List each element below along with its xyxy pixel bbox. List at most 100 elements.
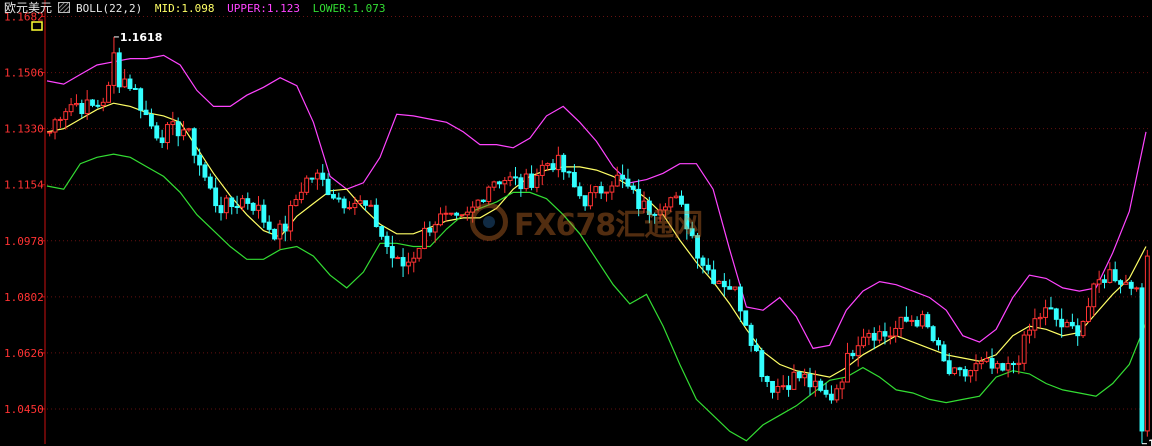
candle <box>293 194 299 207</box>
candle <box>384 231 390 254</box>
candle <box>411 251 417 273</box>
candle <box>727 279 733 290</box>
candle <box>571 164 577 188</box>
candle <box>994 360 1000 374</box>
candle <box>668 196 674 212</box>
candle <box>732 286 738 292</box>
candle <box>737 283 743 323</box>
candle <box>106 81 112 103</box>
candle <box>818 378 824 393</box>
candle <box>652 212 658 224</box>
candle <box>47 131 53 137</box>
candle <box>978 356 984 370</box>
upper-label: UPPER: <box>227 2 267 15</box>
candle <box>470 201 476 223</box>
candle <box>132 84 138 90</box>
candle <box>122 69 128 88</box>
candle <box>523 168 529 192</box>
candle <box>1080 320 1086 339</box>
candle <box>646 196 652 224</box>
candle <box>170 111 176 136</box>
symbol-title: 欧元美元 <box>4 1 53 15</box>
candle <box>705 258 711 275</box>
candle <box>116 47 122 93</box>
candle <box>379 225 385 240</box>
candle <box>325 173 331 196</box>
candle <box>625 168 631 189</box>
candle <box>347 201 352 211</box>
candle <box>780 375 786 390</box>
lower-band-line <box>46 153 1147 442</box>
y-tick-label: 1.1506 <box>4 67 44 80</box>
candle <box>941 341 947 362</box>
mid-band-line <box>46 102 1147 378</box>
candle <box>759 347 765 382</box>
candle <box>1128 280 1134 296</box>
candle <box>903 306 909 323</box>
candle <box>850 349 856 360</box>
candle <box>223 194 229 220</box>
candle <box>464 206 470 221</box>
candle <box>914 316 920 328</box>
y-tick-label: 1.1330 <box>4 123 44 136</box>
candle <box>748 322 754 352</box>
candle <box>68 98 74 117</box>
candle <box>743 310 749 326</box>
annotations: 1.1618 1.0341 <box>113 31 1152 446</box>
candle <box>1053 307 1059 327</box>
candle <box>1043 299 1049 326</box>
y-tick-label: 1.0450 <box>4 403 44 416</box>
lower-label: LOWER: <box>312 2 353 15</box>
mid-label: MID: <box>154 2 182 15</box>
candle <box>641 191 647 214</box>
candle <box>786 375 792 397</box>
candle <box>695 232 700 269</box>
candle <box>561 153 567 180</box>
candle <box>791 364 797 390</box>
candle <box>277 219 283 250</box>
candle <box>721 273 727 297</box>
candle <box>304 175 310 196</box>
candle <box>395 255 401 260</box>
candle <box>871 327 877 350</box>
candle <box>689 221 695 239</box>
candle <box>250 202 256 215</box>
candle <box>1102 274 1107 289</box>
candle <box>1037 312 1043 329</box>
candle <box>989 348 995 374</box>
candle <box>261 199 267 229</box>
candle <box>197 148 203 176</box>
indicator-icon[interactable] <box>58 2 71 13</box>
candle <box>320 164 326 187</box>
candle <box>373 198 379 228</box>
candle <box>416 247 422 262</box>
candle <box>920 310 925 329</box>
candle <box>1069 313 1075 329</box>
candle <box>454 211 460 219</box>
candle <box>845 342 850 383</box>
candle <box>245 192 251 210</box>
indicator-name[interactable]: BOLL(22,2) <box>76 2 142 15</box>
candle <box>828 385 834 404</box>
candle <box>855 336 861 367</box>
candle <box>588 184 593 210</box>
candle <box>582 195 588 211</box>
y-tick-label: 1.0626 <box>4 347 44 360</box>
candle <box>984 351 990 363</box>
candle <box>657 203 663 222</box>
indicator-header: 欧元美元 BOLL(22,2) MID:1.098 UPPER:1.123 LOW… <box>0 0 1152 16</box>
high-price-label: 1.1618 <box>120 31 162 44</box>
low-price-label: 1.0341 <box>1148 438 1152 446</box>
candle <box>1096 270 1102 293</box>
candle <box>336 192 342 203</box>
candle <box>1032 308 1038 339</box>
candle <box>138 87 144 119</box>
candle <box>314 169 320 190</box>
candle <box>438 207 443 227</box>
candle <box>1075 318 1081 346</box>
candle <box>341 196 347 214</box>
candle <box>679 190 684 207</box>
candle <box>1064 319 1070 328</box>
candle <box>539 160 545 186</box>
grid <box>47 16 1150 410</box>
